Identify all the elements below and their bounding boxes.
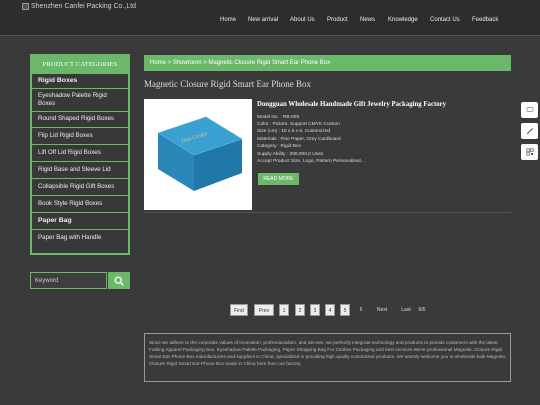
- page-last[interactable]: Last: [399, 304, 413, 316]
- site-logo[interactable]: Shenzhen Canfei Packing Co.,Ltd: [22, 3, 136, 10]
- page-prev[interactable]: Prev: [254, 304, 274, 316]
- category-flip-lid[interactable]: Flip Lid Rigid Boxes: [32, 128, 128, 145]
- product-name[interactable]: Dongguan Wholesale Handmade Gift Jewelry…: [257, 101, 446, 108]
- page-3[interactable]: 3: [310, 304, 320, 316]
- categories-title: PRODUCT CATEGORIES: [32, 56, 128, 74]
- page-next[interactable]: Next: [374, 304, 390, 316]
- spec-materials: Materials : Fine Paper, Grey Cardboard: [257, 137, 341, 142]
- spec-color: Color : Picture, Support CMYK Custom: [257, 122, 340, 127]
- search-button[interactable]: [108, 272, 130, 289]
- page-2[interactable]: 2: [295, 304, 305, 316]
- page-5[interactable]: 5: [340, 304, 350, 316]
- nav-home[interactable]: Home: [220, 17, 236, 23]
- nav-news[interactable]: News: [360, 17, 375, 23]
- spec-model: Model No. : RB-005: [257, 115, 300, 120]
- nav-new-arrival[interactable]: New arrival: [248, 17, 278, 23]
- nav-feedback[interactable]: Feedback: [472, 17, 498, 23]
- page-4[interactable]: 4: [325, 304, 335, 316]
- chat-icon: [526, 107, 533, 112]
- category-eyeshadow-palette[interactable]: Eyeshadow Palette Rigid Boxes: [32, 89, 128, 112]
- nav-product[interactable]: Product: [327, 17, 348, 23]
- product-image[interactable]: Dua Gosha: [144, 99, 252, 210]
- nav-knowledge[interactable]: Knowledge: [388, 17, 418, 23]
- page-6-current: 6: [359, 307, 363, 313]
- category-collapsible[interactable]: Collapsible Rigid Gift Boxes: [32, 179, 128, 196]
- category-rigid-boxes[interactable]: Rigid Boxes: [32, 74, 128, 89]
- product-photo: Dua Gosha: [148, 103, 248, 206]
- nav-contact-us[interactable]: Contact Us: [430, 17, 460, 23]
- main-nav: Home New arrival About Us Product News K…: [0, 17, 540, 27]
- nav-about-us[interactable]: About Us: [290, 17, 315, 23]
- page-title: Magnetic Closure Rigid Smart Ear Phone B…: [144, 79, 311, 89]
- category-lift-off-lid[interactable]: Lift Off Lid Rigid Boxes: [32, 145, 128, 162]
- broken-image-icon: [22, 3, 29, 10]
- category-book-style[interactable]: Book Style Rigid Boxes: [32, 196, 128, 213]
- read-more-button[interactable]: READ MORE: [258, 173, 299, 185]
- spec-category: Category : Rigid Box: [257, 144, 301, 149]
- breadcrumb[interactable]: Home > Showroom > Magnetic Closure Rigid…: [144, 55, 511, 71]
- product-categories: PRODUCT CATEGORIES Rigid Boxes Eyeshadow…: [30, 54, 130, 255]
- qr-code-icon: [525, 148, 534, 156]
- search-form: Keyword: [30, 272, 130, 289]
- search-input[interactable]: Keyword: [30, 272, 107, 289]
- content-divider: [144, 212, 511, 213]
- spec-supply: Supply Ability : 200,000,0 Units: [257, 152, 324, 157]
- edit-button[interactable]: [521, 123, 538, 139]
- chat-button[interactable]: [521, 102, 538, 118]
- category-base-and-sleeve[interactable]: Rigid Base and Sleeve Lid: [32, 162, 128, 179]
- page-first[interactable]: First: [230, 304, 248, 316]
- header-divider: [0, 35, 540, 36]
- logo-alt-text: Shenzhen Canfei Packing Co.,Ltd: [31, 3, 137, 10]
- page-1[interactable]: 1: [279, 304, 289, 316]
- spec-accept: Accept Product Size, Logo, Pattern Perso…: [257, 159, 365, 164]
- page-count: 6/6: [418, 307, 426, 313]
- category-paper-bag-handle[interactable]: Paper Bag with Handle: [32, 230, 128, 247]
- pencil-icon: [526, 128, 533, 134]
- search-icon: [114, 276, 124, 286]
- qr-button[interactable]: [521, 144, 538, 160]
- about-text: Since we adhere to the corporate values …: [144, 333, 511, 382]
- spec-size: Size (cm) : 18 x 6 x 6, Customized: [257, 129, 331, 134]
- site-header: Shenzhen Canfei Packing Co.,Ltd Home New…: [0, 0, 540, 35]
- category-round-shaped[interactable]: Round Shaped Rigid Boxes: [32, 112, 128, 128]
- category-paper-bag[interactable]: Paper Bag: [32, 213, 128, 230]
